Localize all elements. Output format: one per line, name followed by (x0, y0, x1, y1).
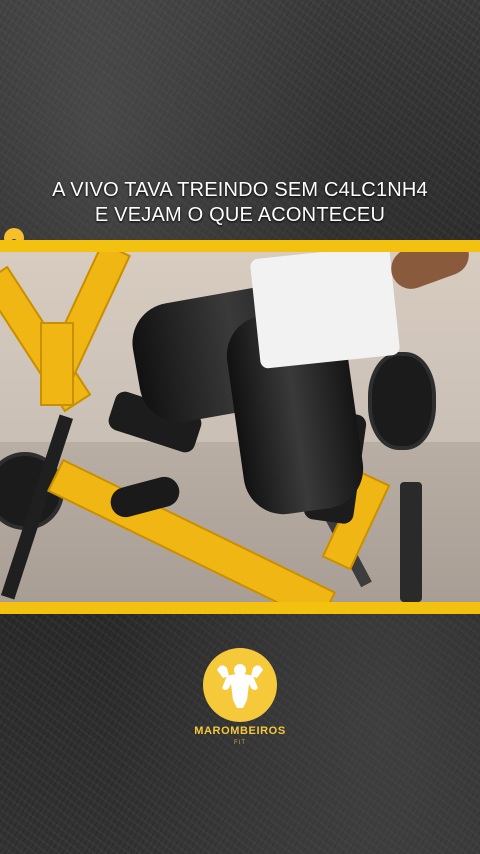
headline-line-2-text: E VEJAM O QUE ACONTECEU (94, 204, 386, 226)
machine-frame-right (400, 482, 422, 602)
person-arm (385, 252, 475, 295)
person-shirt (249, 252, 401, 370)
brand-name: MAROMBEIROS (194, 725, 286, 737)
bottom-yellow-border (0, 602, 480, 614)
brand-logo (203, 648, 277, 722)
video-frame[interactable] (0, 252, 480, 602)
weight-plate-right (368, 352, 436, 450)
bodybuilder-icon (217, 664, 263, 708)
yellow-frame-upright (40, 322, 74, 406)
top-yellow-border (0, 240, 480, 252)
headline-line-1: A VIVO TAVA TREINDO SEM C4LC1NH4 (52, 179, 428, 201)
brand-subtitle: FIT (234, 740, 246, 746)
